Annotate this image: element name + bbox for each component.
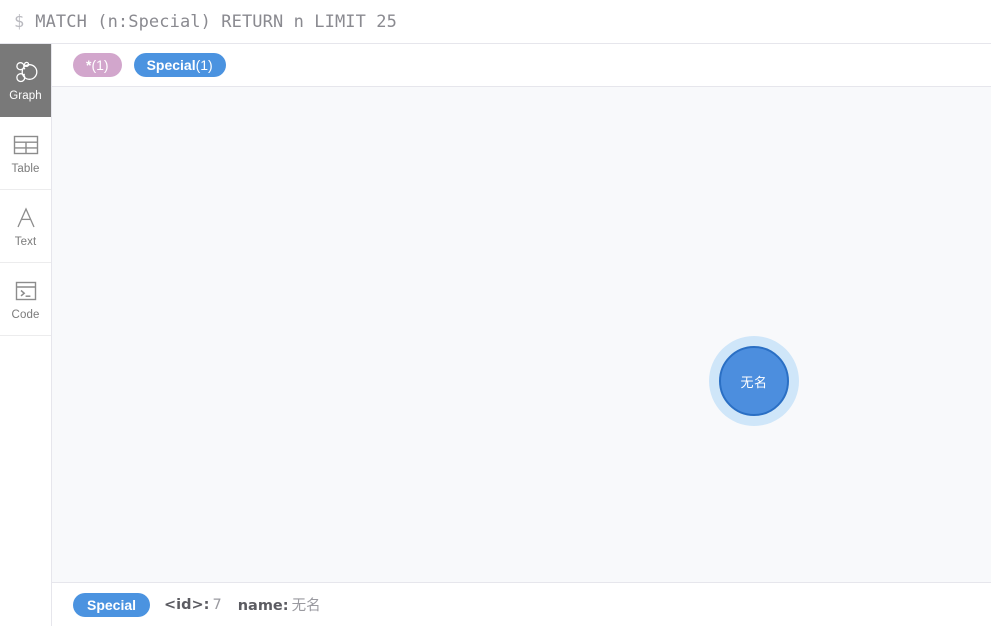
inspector-bar: Special <id>: 7 name: 无名 (52, 583, 991, 626)
sidebar-item-graph[interactable]: Graph (0, 44, 51, 117)
view-sidebar: Graph Table Text Code (0, 44, 52, 626)
query-prompt-icon: $ (14, 11, 25, 32)
legend-chip-any[interactable]: * (1) (73, 53, 122, 77)
query-text[interactable]: MATCH (n:Special) RETURN n LIMIT 25 (35, 12, 397, 32)
sidebar-item-code[interactable]: Code (0, 263, 51, 336)
sidebar-item-text-label: Text (14, 236, 37, 248)
graph-node-caption: 无名 (740, 375, 768, 391)
legend-chip-any-count: (1) (91, 57, 109, 73)
property-name-key: name: (237, 598, 289, 614)
graph-node-circle: 无名 (719, 346, 789, 416)
graph-icon (13, 57, 39, 87)
code-icon (13, 276, 39, 306)
property-id-key: <id>: (164, 596, 210, 613)
property-name: name: 无名 (238, 594, 321, 615)
result-frame: Graph Table Text Code * (1) Special (1) … (0, 44, 991, 626)
graph-result-pane: * (1) Special (1) 无名 Special <id>: 7 name: 无… (52, 44, 991, 626)
property-name-value: 无名 (291, 598, 321, 614)
query-bar: $ MATCH (n:Special) RETURN n LIMIT 25 (0, 0, 991, 44)
sidebar-item-code-label: Code (11, 309, 40, 321)
text-icon (13, 203, 39, 233)
graph-node[interactable]: 无名 (709, 336, 799, 426)
sidebar-item-table[interactable]: Table (0, 117, 51, 190)
sidebar-item-text[interactable]: Text (0, 190, 51, 263)
sidebar-item-table-label: Table (11, 163, 40, 175)
table-icon (13, 130, 39, 160)
legend-chip-special[interactable]: Special (1) (133, 53, 226, 77)
property-id-value: 7 (212, 596, 222, 613)
graph-canvas[interactable]: 无名 (52, 87, 991, 583)
legend-chip-special-name: Special (146, 57, 196, 73)
legend-chip-special-count: (1) (195, 57, 213, 73)
property-id: <id>: 7 (164, 597, 222, 613)
sidebar-item-graph-label: Graph (9, 90, 42, 102)
status-badge[interactable]: Special (73, 592, 151, 617)
legend-row: * (1) Special (1) (52, 44, 991, 87)
